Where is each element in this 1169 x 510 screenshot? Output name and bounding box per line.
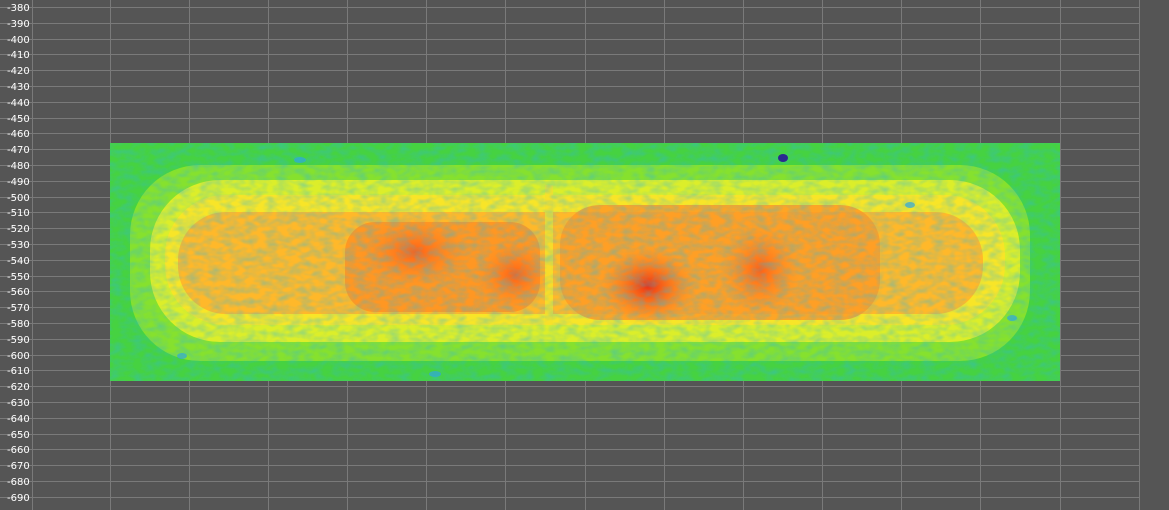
y-tick-label: -420 xyxy=(7,66,30,77)
y-tick-label: -620 xyxy=(7,382,30,393)
y-tick-label: -450 xyxy=(7,114,30,125)
y-tick-label: -440 xyxy=(7,98,30,109)
y-tick-label: -690 xyxy=(7,493,30,504)
y-tick-label: -610 xyxy=(7,366,30,377)
y-tick-label: -570 xyxy=(7,303,30,314)
heatmap-plot: -380 -390 -400 -410 -420 -430 -440 -450 -460 -470… xyxy=(0,0,1140,510)
y-tick-label: -540 xyxy=(7,256,30,267)
y-tick-label: -680 xyxy=(7,477,30,488)
y-tick-label: -590 xyxy=(7,335,30,346)
y-tick-label: -470 xyxy=(7,145,30,156)
y-tick-label: -550 xyxy=(7,272,30,283)
y-tick-label: -400 xyxy=(7,35,30,46)
y-tick-label: -460 xyxy=(7,129,30,140)
y-tick-label: -560 xyxy=(7,287,30,298)
y-axis-tick-labels: -380 -390 -400 -410 -420 -430 -440 -450 -460 -470… xyxy=(7,3,30,504)
y-tick-label: -510 xyxy=(7,208,30,219)
y-tick-label: -580 xyxy=(7,319,30,330)
y-tick-label: -650 xyxy=(7,430,30,441)
y-tick-label: -390 xyxy=(7,19,30,30)
heatmap-viewport[interactable]: -380 -390 -400 -410 -420 -430 -440 -450 -460 -470… xyxy=(0,0,1169,510)
y-tick-label: -670 xyxy=(7,461,30,472)
y-tick-label: -640 xyxy=(7,414,30,425)
y-tick-label: -660 xyxy=(7,445,30,456)
heatmap-image xyxy=(110,143,1060,381)
y-tick-label: -490 xyxy=(7,177,30,188)
y-tick-label: -480 xyxy=(7,161,30,172)
y-tick-label: -500 xyxy=(7,193,30,204)
y-tick-label: -410 xyxy=(7,50,30,61)
y-tick-label: -530 xyxy=(7,240,30,251)
y-tick-label: -430 xyxy=(7,82,30,93)
y-tick-label: -600 xyxy=(7,351,30,362)
y-tick-label: -380 xyxy=(7,3,30,14)
y-tick-label: -520 xyxy=(7,224,30,235)
y-tick-label: -630 xyxy=(7,398,30,409)
